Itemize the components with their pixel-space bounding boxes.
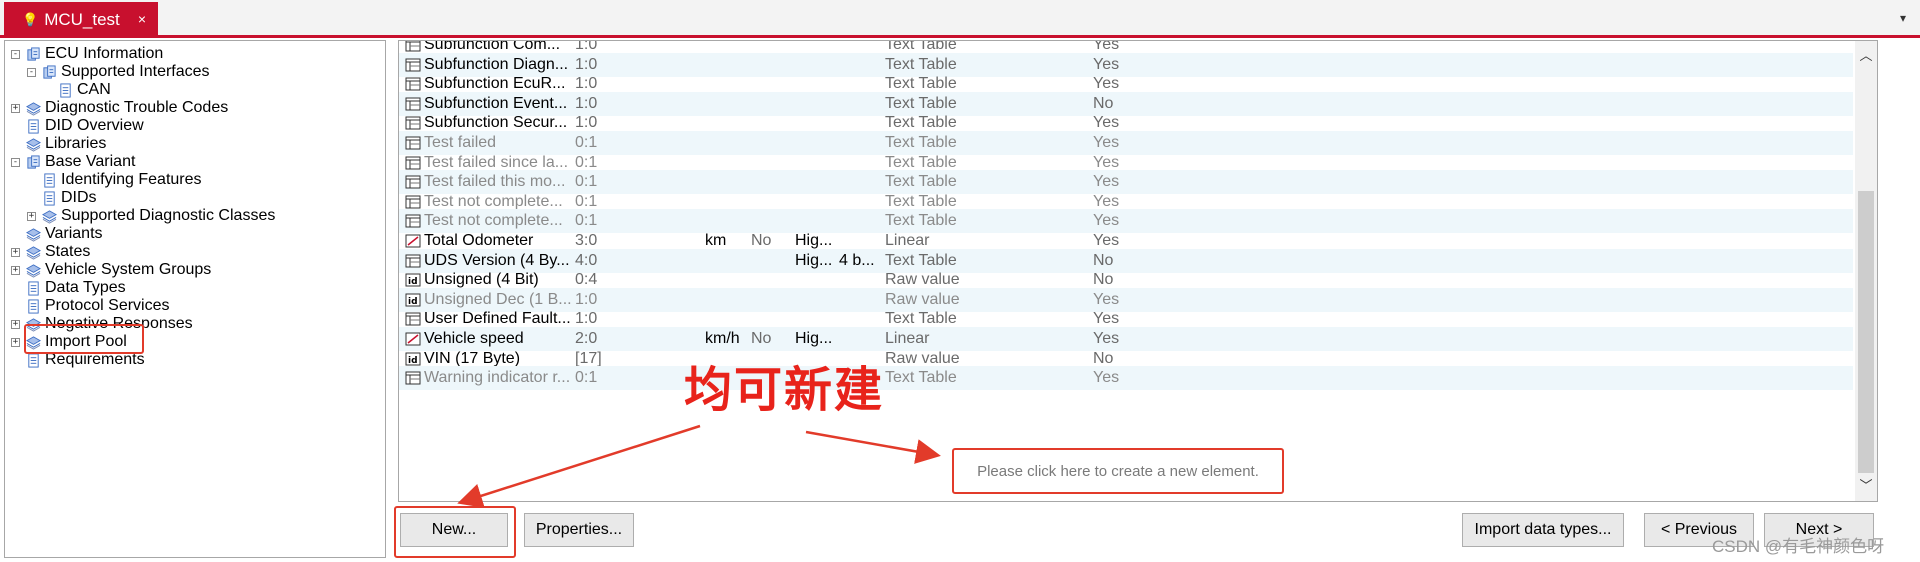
arrow-to-new-button <box>457 424 701 508</box>
annotation-arrows <box>457 424 941 508</box>
arrow-to-new-element-hint <box>805 430 941 464</box>
watermark: CSDN @有毛神颜色呀 <box>1712 537 1885 556</box>
